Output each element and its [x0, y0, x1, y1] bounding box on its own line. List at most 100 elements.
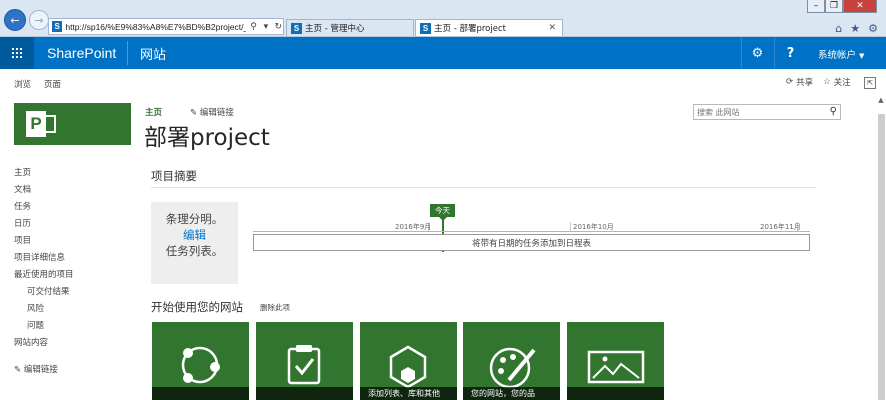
- summary-promo-box: 条理分明。 编辑 任务列表。: [151, 202, 238, 284]
- get-started-tile-add-apps[interactable]: 添加列表、库和其他: [360, 322, 457, 400]
- edit-links-label: 编辑链接: [199, 108, 234, 118]
- sites-link[interactable]: 网站: [140, 44, 166, 63]
- focus-content-button[interactable]: ⇱: [864, 77, 876, 89]
- promo-line-1: 条理分明。: [165, 212, 224, 226]
- get-started-tile-tasks[interactable]: [256, 322, 353, 400]
- gear-icon: ⚙: [751, 45, 764, 61]
- browser-toolbar-icons: ⌂ ★ ⚙: [835, 22, 878, 35]
- ribbon-bar: 浏览 页面 ⟳ 共享 ☆ 关注 ⇱: [0, 69, 886, 95]
- user-name: 系统帐户: [818, 50, 857, 61]
- remove-this-link[interactable]: 删除此项: [260, 302, 290, 313]
- timeline-month-label: 2016年10月: [573, 223, 614, 231]
- tab-browse[interactable]: 浏览: [14, 78, 31, 90]
- chevron-down-icon: ▼: [859, 52, 865, 60]
- scrollbar-thumb[interactable]: [878, 114, 885, 400]
- project-summary-title: 项目摘要: [151, 169, 197, 183]
- ql-item-issues[interactable]: 问题: [14, 319, 74, 336]
- scroll-up-arrow-icon[interactable]: ▲: [876, 95, 886, 105]
- back-button[interactable]: ←: [4, 9, 26, 31]
- sharepoint-brand[interactable]: SharePoint: [47, 45, 116, 61]
- tile-caption: 您的网站，您的品: [463, 387, 560, 400]
- waffle-icon: [12, 48, 22, 58]
- site-logo[interactable]: P: [14, 103, 131, 145]
- pencil-icon: ✎: [190, 108, 198, 118]
- settings-button[interactable]: ⚙: [741, 37, 773, 69]
- star-icon: ☆: [823, 77, 831, 87]
- project-logo-icon: P: [26, 111, 56, 137]
- timeline-month-label: 2016年9月: [395, 223, 432, 231]
- close-tab-icon[interactable]: ✕: [548, 23, 556, 33]
- share-icon: ⟳: [786, 77, 794, 87]
- address-url[interactable]: http://sp16/%E9%83%A8%E7%BD%B2project/_l…: [65, 22, 245, 32]
- page-title[interactable]: 部署project: [144, 118, 270, 152]
- get-started-tile-picture[interactable]: [567, 322, 664, 400]
- ql-item-documents[interactable]: 文档: [14, 183, 74, 200]
- favorites-star-icon[interactable]: ★: [850, 22, 860, 35]
- quick-launch: 主页 文档 任务 日历 项目 项目详细信息 最近使用的项目 可交付结果 风险 问…: [14, 166, 74, 353]
- timeline-empty-text: 将带有日期的任务添加到日程表: [471, 238, 591, 249]
- minimize-button[interactable]: –: [807, 0, 825, 13]
- ql-item-tasks[interactable]: 任务: [14, 200, 74, 217]
- sharepoint-favicon-icon: S: [52, 21, 63, 32]
- search-input[interactable]: [694, 105, 818, 119]
- follow-label: 关注: [833, 78, 851, 88]
- home-icon[interactable]: ⌂: [835, 22, 842, 35]
- ql-item-site-contents[interactable]: 网站内容: [14, 336, 74, 353]
- top-nav-home[interactable]: 主页: [145, 106, 162, 118]
- search-icon[interactable]: ⚲: [830, 106, 837, 117]
- window-controls: – ❐ ✕: [807, 0, 877, 13]
- timeline-bar[interactable]: 将带有日期的任务添加到日程表: [253, 234, 810, 251]
- suite-divider: [127, 41, 128, 65]
- timeline-today-marker: 今天: [430, 204, 455, 217]
- sharepoint-favicon-icon: S: [420, 22, 431, 34]
- dropdown-arrow-icon[interactable]: ▾: [261, 22, 270, 32]
- restore-button[interactable]: ❐: [825, 0, 843, 13]
- share-label: 共享: [796, 78, 814, 88]
- browser-tab-central-admin[interactable]: S 主页 - 管理中心: [286, 19, 414, 36]
- forward-button[interactable]: →: [29, 10, 49, 30]
- ql-item-risks[interactable]: 风险: [14, 302, 74, 319]
- suite-bar: SharePoint 网站 ⚙ ? 系统帐户 ▼: [0, 37, 886, 69]
- tile-caption: [256, 387, 353, 400]
- tile-caption: [567, 387, 664, 400]
- ql-item-recent[interactable]: 最近使用的项目: [14, 268, 74, 285]
- close-window-button[interactable]: ✕: [843, 0, 877, 13]
- get-started-tile-share[interactable]: [152, 322, 249, 400]
- refresh-icon[interactable]: ↻: [274, 22, 283, 32]
- tab-label: 主页 - 部署project: [434, 24, 506, 34]
- tile-caption: 添加列表、库和其他: [360, 387, 457, 400]
- user-menu[interactable]: 系统帐户 ▼: [818, 47, 864, 61]
- sharepoint-favicon-icon: S: [291, 22, 302, 34]
- question-icon: ?: [786, 45, 795, 61]
- top-nav-edit-links[interactable]: ✎ 编辑链接: [190, 106, 234, 118]
- settings-gear-icon[interactable]: ⚙: [868, 22, 878, 35]
- ql-item-calendar[interactable]: 日历: [14, 217, 74, 234]
- share-button[interactable]: ⟳ 共享: [786, 76, 813, 88]
- get-started-tile-brand[interactable]: 您的网站，您的品: [463, 322, 560, 400]
- ql-item-projects[interactable]: 项目: [14, 234, 74, 251]
- ql-item-home[interactable]: 主页: [14, 166, 74, 183]
- edit-links-label: 编辑链接: [23, 365, 58, 375]
- address-bar[interactable]: S http://sp16/%E9%83%A8%E7%BD%B2project/…: [48, 18, 284, 35]
- ql-edit-links[interactable]: ✎ 编辑链接: [14, 363, 58, 375]
- timeline-tick: [570, 222, 571, 231]
- search-icon[interactable]: ⚲: [249, 22, 258, 32]
- ql-item-project-details[interactable]: 项目详细信息: [14, 251, 74, 268]
- timeline-month-label: 2016年11月: [760, 223, 801, 231]
- promo-line-3: 任务列表。: [165, 244, 224, 258]
- timeline-axis: [253, 231, 810, 232]
- summary-divider: [151, 187, 816, 188]
- edit-task-list-link[interactable]: 编辑: [151, 227, 238, 243]
- tab-page[interactable]: 页面: [44, 78, 61, 90]
- site-search-box: ⚲: [693, 104, 841, 120]
- help-button[interactable]: ?: [774, 37, 806, 69]
- focus-icon: ⇱: [867, 79, 873, 87]
- follow-button[interactable]: ☆ 关注: [823, 76, 851, 88]
- tab-label: 主页 - 管理中心: [305, 24, 365, 34]
- browser-tab-project-site[interactable]: S 主页 - 部署project ✕: [415, 19, 563, 36]
- arrow-right-icon: →: [34, 13, 44, 27]
- get-started-title: 开始使用您的网站: [151, 300, 243, 314]
- tile-caption: [152, 387, 249, 400]
- ql-item-deliverables[interactable]: 可交付结果: [14, 285, 74, 302]
- app-launcher-button[interactable]: [0, 37, 34, 69]
